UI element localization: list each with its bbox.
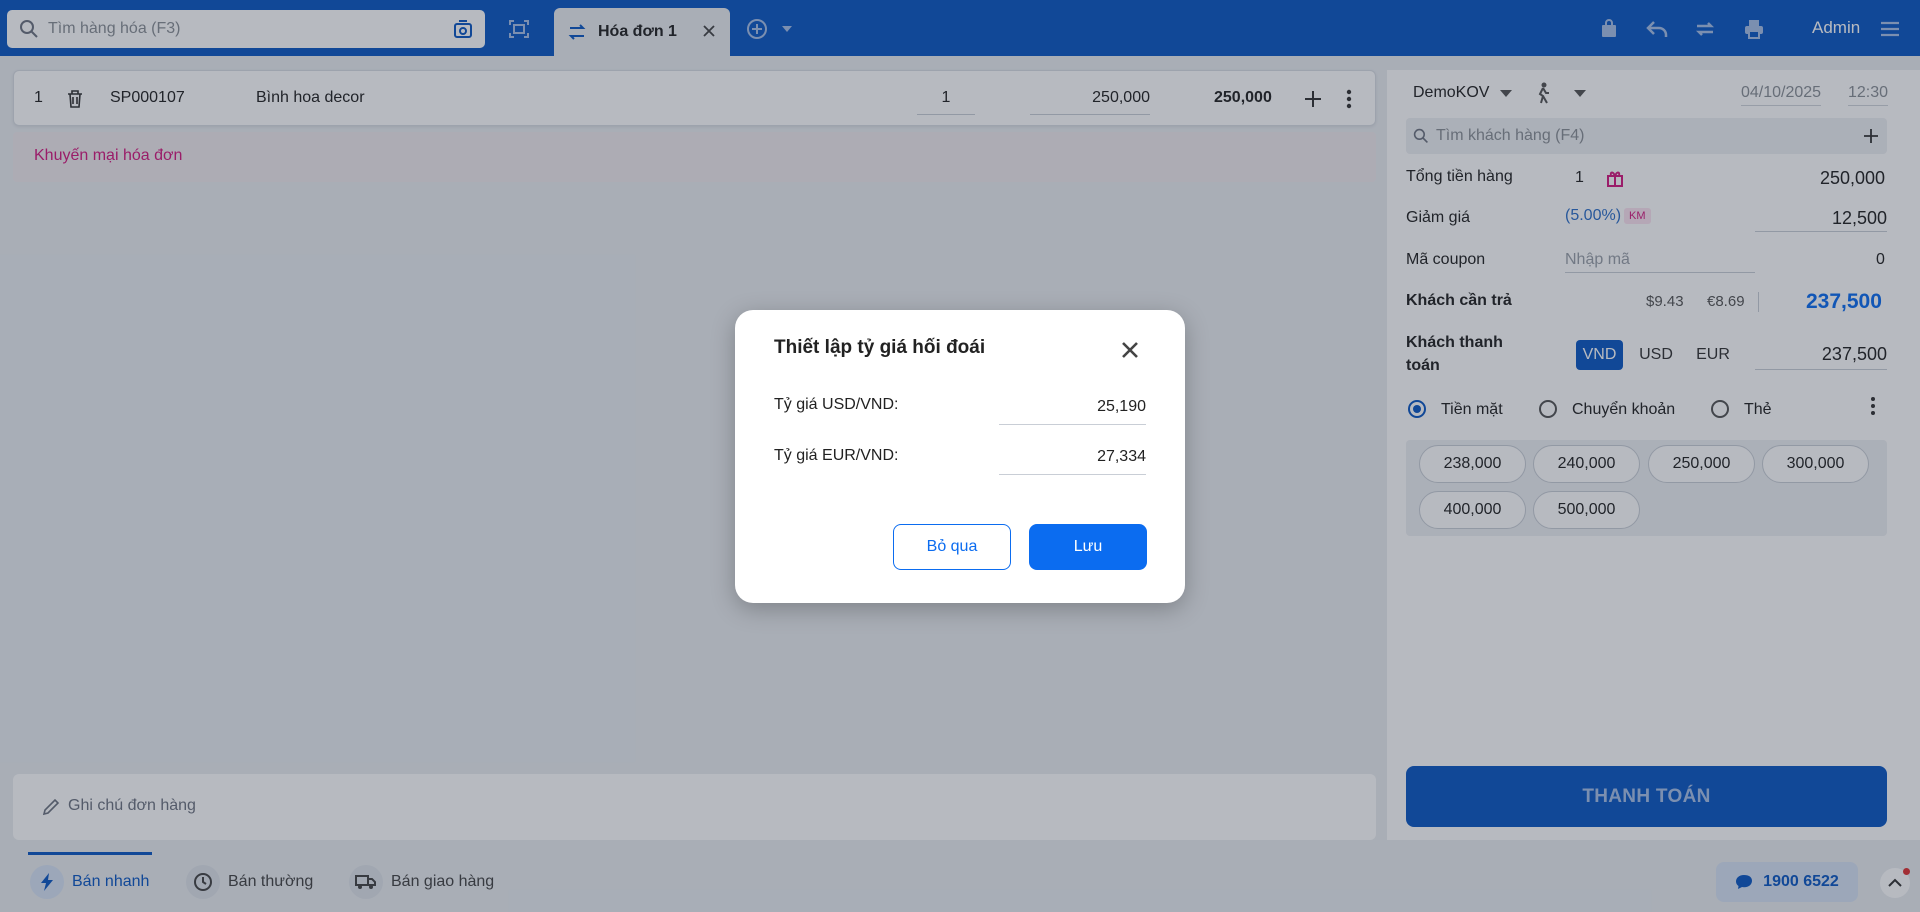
usd-rate-label: Tỷ giá USD/VND: [774,396,899,413]
dialog-title: Thiết lập tỷ giá hối đoái [774,337,986,358]
cancel-button[interactable]: Bỏ qua [893,524,1011,570]
close-icon[interactable] [1118,338,1142,362]
eur-rate-input[interactable] [999,439,1146,475]
save-button[interactable]: Lưu [1029,524,1147,570]
usd-rate-input[interactable] [999,389,1146,425]
eur-rate-label: Tỷ giá EUR/VND: [774,447,899,464]
exchange-rate-dialog: Thiết lập tỷ giá hối đoái Tỷ giá USD/VND… [735,310,1185,603]
